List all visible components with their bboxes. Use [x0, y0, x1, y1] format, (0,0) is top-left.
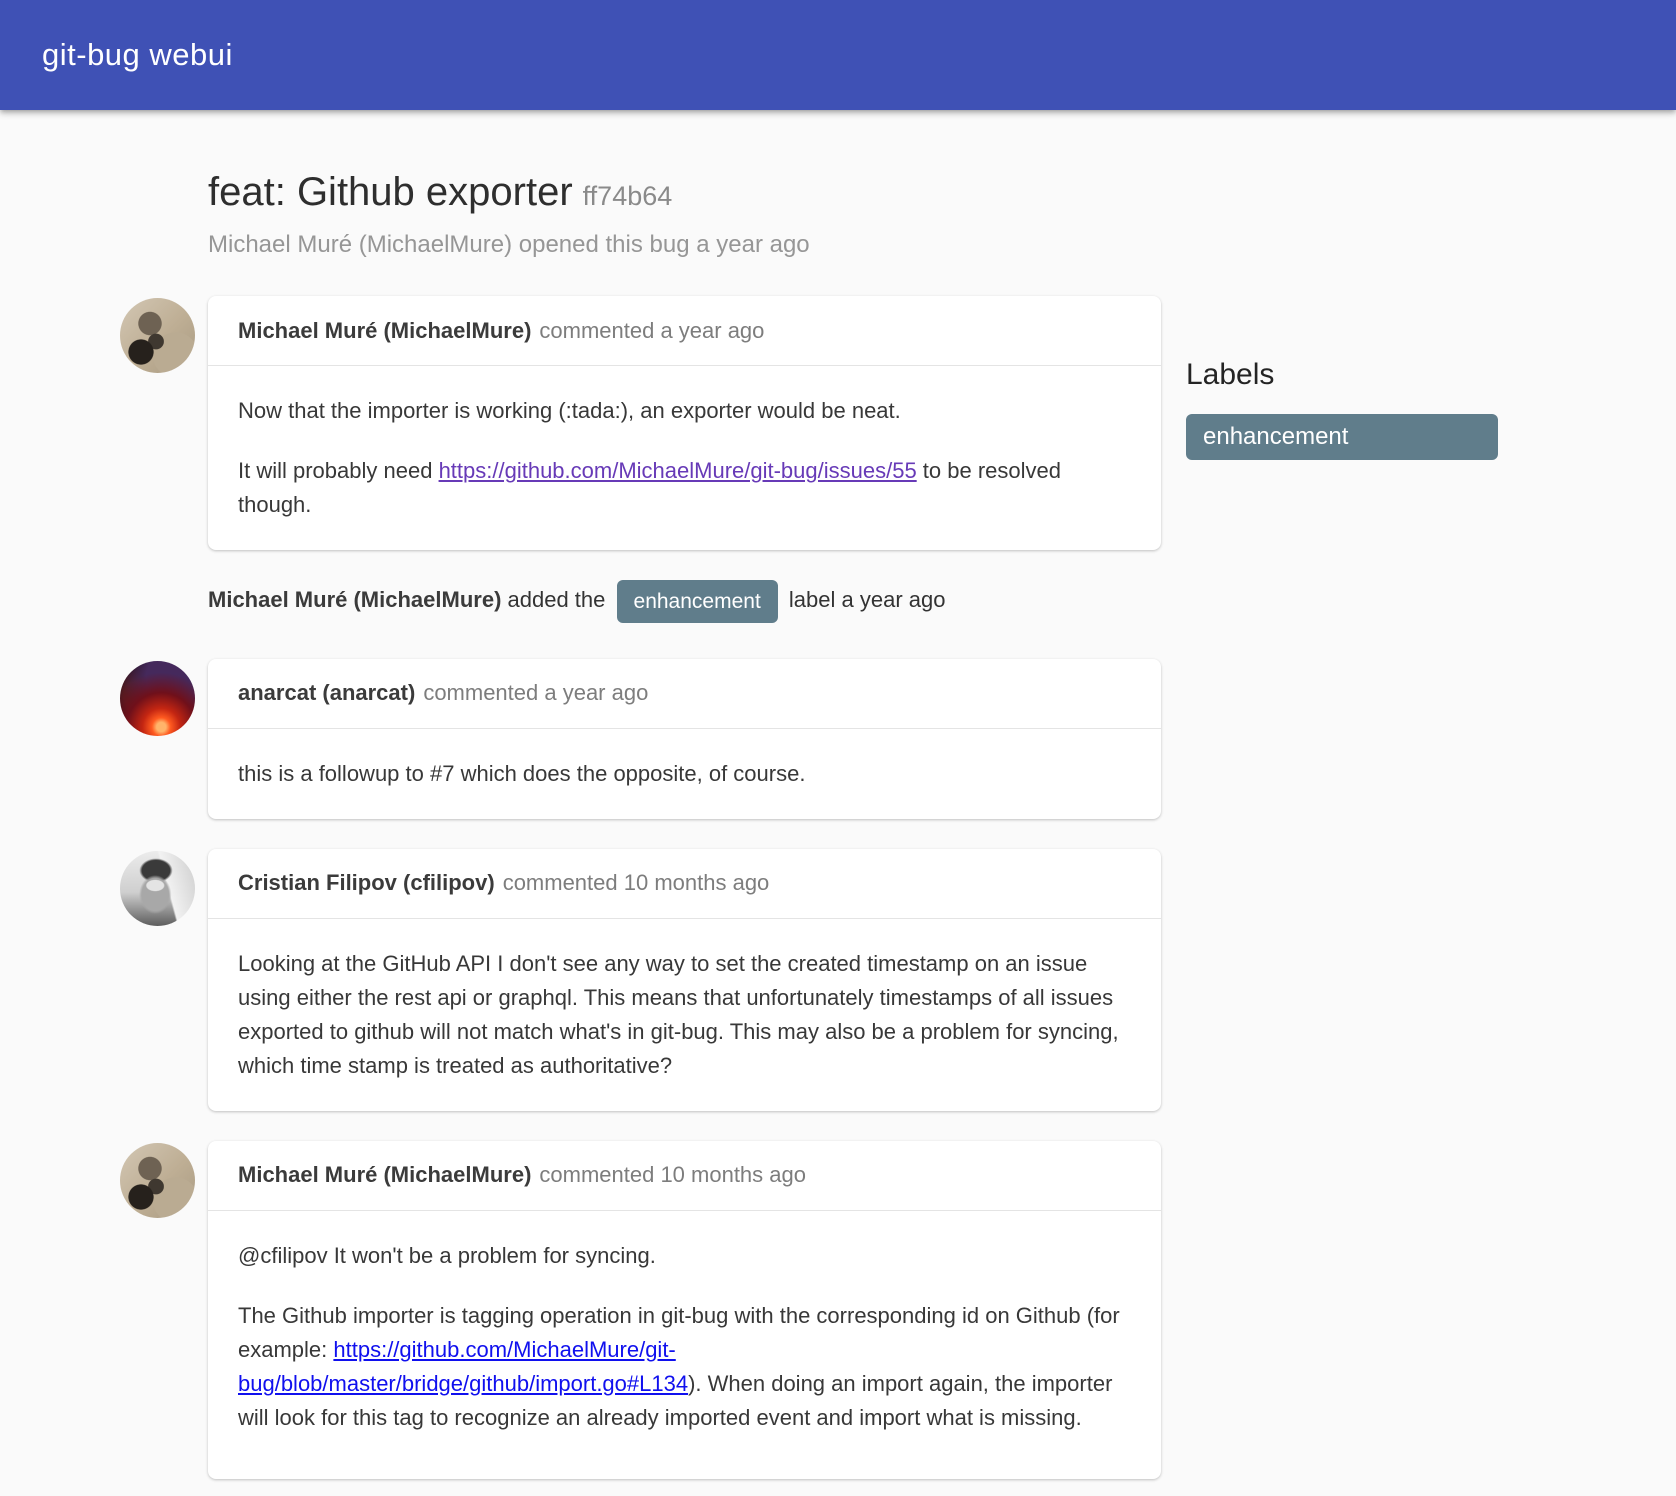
avatar-michaelmure [120, 298, 195, 373]
event-author: Michael Muré (MichaelMure) [208, 587, 501, 612]
comment-paragraph: The Github importer is tagging operation… [238, 1299, 1131, 1435]
comment-row: Michael Muré (MichaelMure) commented 10 … [120, 1141, 1161, 1479]
event-text: label a year ago [789, 587, 946, 612]
labels-panel: Labels enhancement [1186, 358, 1498, 460]
comment-author: anarcat (anarcat) [238, 680, 415, 706]
app-title[interactable]: git-bug webui [42, 37, 233, 73]
comment-meta: commented 10 months ago [539, 1162, 806, 1188]
comment-card: Michael Muré (MichaelMure) commented a y… [208, 296, 1161, 550]
event-text: added the [508, 587, 606, 612]
comment-author: Michael Muré (MichaelMure) [238, 318, 531, 344]
bug-title-line: feat: Github exporter ff74b64 [208, 166, 1161, 222]
comment-row: anarcat (anarcat) commented a year ago t… [120, 659, 1161, 819]
comment-body: Now that the importer is working (:tada:… [208, 366, 1161, 550]
avatar-cfilipov [120, 851, 195, 926]
comment-paragraph: Looking at the GitHub API I don't see an… [238, 947, 1131, 1083]
comment-row: Cristian Filipov (cfilipov) commented 10… [120, 849, 1161, 1111]
issue-55-link[interactable]: https://github.com/MichaelMure/git-bug/i… [439, 458, 917, 483]
avatar-anarcat [120, 661, 195, 736]
comment-body: @cfilipov It won't be a problem for sync… [208, 1211, 1161, 1479]
comment-card: anarcat (anarcat) commented a year ago t… [208, 659, 1161, 819]
comment-paragraph: @cfilipov It won't be a problem for sync… [238, 1239, 1131, 1273]
comment-paragraph: It will probably need https://github.com… [238, 454, 1131, 522]
comment-card: Michael Muré (MichaelMure) commented 10 … [208, 1141, 1161, 1479]
comment-meta: commented 10 months ago [503, 870, 770, 896]
bug-opened-line: Michael Muré (MichaelMure) opened this b… [208, 230, 1161, 260]
comment-card: Cristian Filipov (cfilipov) commented 10… [208, 849, 1161, 1111]
comment-paragraph: this is a followup to #7 which does the … [238, 757, 1131, 791]
labels-heading: Labels [1186, 358, 1498, 392]
comment-header: Michael Muré (MichaelMure) commented 10 … [208, 1141, 1161, 1211]
comment-header: Michael Muré (MichaelMure) commented a y… [208, 296, 1161, 366]
bug-title: feat: Github exporter [208, 170, 573, 214]
comment-row: Michael Muré (MichaelMure) commented a y… [120, 296, 1161, 550]
comment-body: Looking at the GitHub API I don't see an… [208, 919, 1161, 1111]
timeline-column: feat: Github exporter ff74b64 Michael Mur… [0, 166, 1161, 1479]
comment-paragraph: Now that the importer is working (:tada:… [238, 394, 1131, 428]
bug-header: feat: Github exporter ff74b64 Michael Mur… [208, 166, 1161, 260]
comment-meta: commented a year ago [423, 680, 648, 706]
comment-meta: commented a year ago [539, 318, 764, 344]
enhancement-label-chip: enhancement [1186, 414, 1498, 460]
comment-author: Michael Muré (MichaelMure) [238, 1162, 531, 1188]
label-added-event: Michael Muré (MichaelMure) added the enh… [208, 578, 1161, 623]
app-bar: git-bug webui [0, 0, 1676, 110]
bug-page: feat: Github exporter ff74b64 Michael Mur… [0, 166, 1676, 1479]
comment-author: Cristian Filipov (cfilipov) [238, 870, 495, 896]
avatar-michaelmure [120, 1143, 195, 1218]
comment-header: Cristian Filipov (cfilipov) commented 10… [208, 849, 1161, 919]
enhancement-label-chip: enhancement [617, 580, 778, 623]
paragraph-text: It will probably need [238, 458, 439, 483]
comment-header: anarcat (anarcat) commented a year ago [208, 659, 1161, 729]
bug-hash: ff74b64 [583, 181, 673, 211]
comment-body: this is a followup to #7 which does the … [208, 729, 1161, 819]
